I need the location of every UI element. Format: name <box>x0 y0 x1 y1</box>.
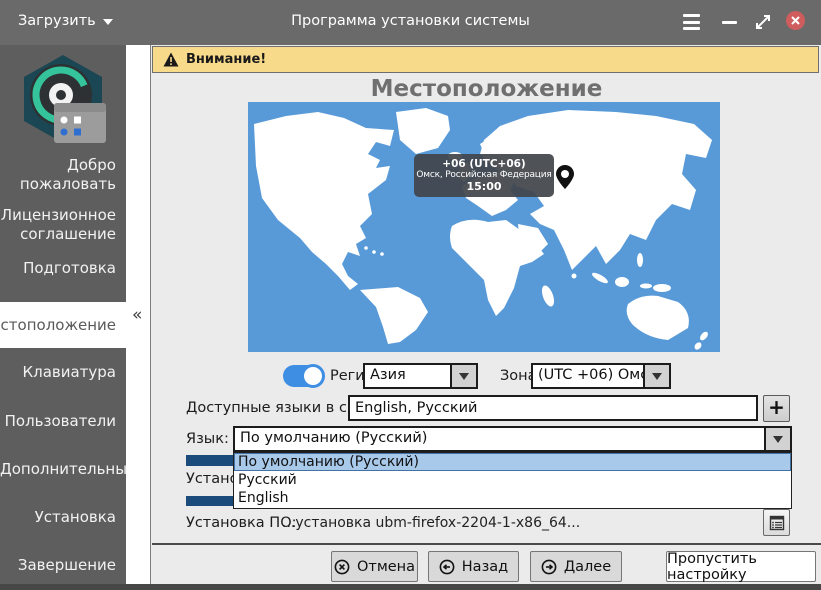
language-select[interactable]: По умолчанию (Русский) <box>233 426 792 452</box>
add-language-button[interactable]: + <box>763 395 790 422</box>
software-install-label: Установка ПО: <box>186 515 297 531</box>
sidebar-item-keyboard[interactable]: Клавиатура <box>0 363 126 382</box>
zone-value: (UTC +06) Омск <box>533 365 643 387</box>
sidebar-item-license[interactable]: Лицензионное соглашение <box>0 206 126 244</box>
sidebar-item-install[interactable]: Установка <box>0 508 126 527</box>
cancel-button[interactable]: Отмена <box>331 551 418 582</box>
zone-select-arrow[interactable] <box>643 365 669 387</box>
close-icon <box>791 16 800 25</box>
toggle-knob <box>301 364 325 388</box>
skip-label: Пропустить настройку <box>667 551 815 583</box>
warning-text: Внимание! <box>186 52 266 67</box>
region-select-arrow[interactable] <box>450 365 476 387</box>
sidebar: Добро пожаловать Лицензионное соглашение… <box>0 45 126 590</box>
clipped-label: Устано <box>186 471 233 489</box>
minimize-button[interactable] <box>722 21 737 24</box>
arrow-right-icon <box>541 559 557 575</box>
sidebar-item-users[interactable]: Пользователи <box>0 412 126 431</box>
warning-banner: Внимание! <box>152 46 819 73</box>
next-label: Далее <box>564 559 611 575</box>
close-button[interactable] <box>786 11 805 30</box>
tooltip-location: Омск, Российская Федерация <box>416 170 552 180</box>
map-toggle-switch[interactable] <box>283 365 324 387</box>
sidebar-item-welcome[interactable]: Добро пожаловать <box>0 156 126 194</box>
language-label: Язык: <box>186 431 229 447</box>
warning-icon <box>163 52 179 67</box>
window-bottom-edge <box>0 584 821 590</box>
chevron-down-icon <box>459 373 469 380</box>
available-languages-input[interactable] <box>348 395 758 421</box>
titlebar: Загрузить Программа установки системы <box>0 0 821 45</box>
list-icon <box>769 515 785 531</box>
sidebar-item-preparation[interactable]: Подготовка <box>0 259 126 278</box>
language-option-english[interactable]: English <box>234 489 791 507</box>
app-logo-icon <box>16 53 110 149</box>
world-map-image <box>248 102 720 352</box>
sidebar-item-finish[interactable]: Завершение <box>0 556 126 575</box>
window-overlay-icon <box>54 103 106 143</box>
hamburger-menu-icon[interactable] <box>683 14 700 30</box>
language-option-default[interactable]: По умолчанию (Русский) <box>234 453 791 471</box>
cancel-icon <box>334 559 350 575</box>
location-pin-icon <box>556 165 574 189</box>
maximize-icon[interactable] <box>753 12 773 32</box>
page-title: Местоположение <box>152 76 821 102</box>
cancel-label: Отмена <box>357 559 415 575</box>
chevron-down-icon <box>652 373 662 380</box>
sidebar-item-additional[interactable]: Дополнительный <box>0 460 126 479</box>
tooltip-time: 15:00 <box>416 180 552 193</box>
next-button[interactable]: Далее <box>530 551 622 582</box>
language-option-russian[interactable]: Русский <box>234 471 791 489</box>
zone-select[interactable]: (UTC +06) Омск <box>531 363 671 389</box>
chevron-down-icon <box>773 436 783 443</box>
timezone-map[interactable]: +06 (UTC+06) Омск, Российская Федерация … <box>248 102 720 352</box>
timezone-tooltip: +06 (UTC+06) Омск, Российская Федерация … <box>414 154 554 197</box>
sidebar-collapse-strip: « <box>126 45 151 584</box>
footer-separator <box>152 543 821 545</box>
software-install-value: ...установка ubm-firefox-2204-1-x86_64..… <box>282 515 580 531</box>
language-value: По умолчанию (Русский) <box>235 428 764 450</box>
region-select[interactable]: Азия <box>363 363 478 389</box>
collapse-sidebar-button[interactable]: « <box>132 305 142 325</box>
sidebar-item-location[interactable]: Местоположение <box>0 302 126 348</box>
back-button[interactable]: Назад <box>428 551 519 582</box>
region-value: Азия <box>365 365 450 387</box>
arrow-left-icon <box>439 559 455 575</box>
language-select-arrow[interactable] <box>764 428 790 450</box>
back-label: Назад <box>462 559 508 575</box>
language-dropdown-list: По умолчанию (Русский) Русский English <box>233 452 792 509</box>
skip-settings-button[interactable]: Пропустить настройку <box>666 551 816 582</box>
tooltip-timezone: +06 (UTC+06) <box>416 158 552 170</box>
main-content: Внимание! Местоположение <box>152 45 821 584</box>
package-list-button[interactable] <box>763 509 790 536</box>
